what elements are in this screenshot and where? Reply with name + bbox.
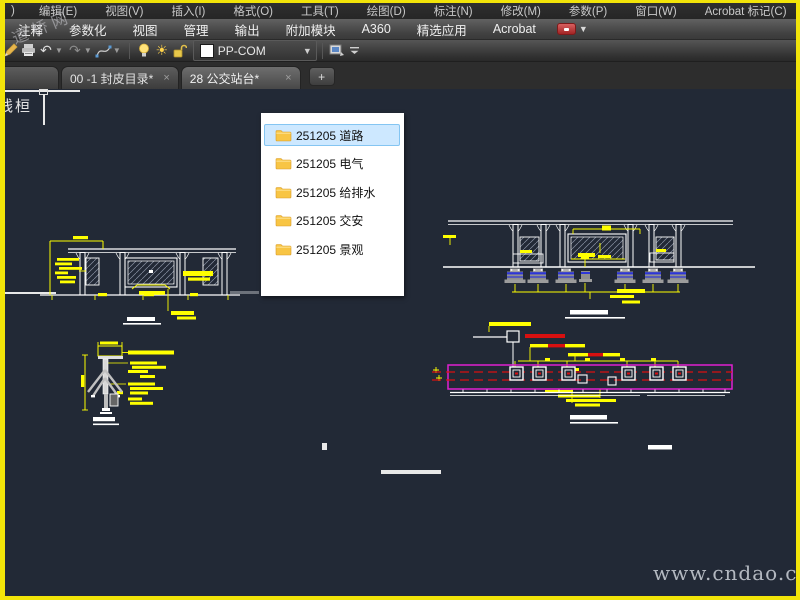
- red-pill-icon: [556, 23, 576, 35]
- toolbar-separator: [321, 42, 323, 59]
- ribbon-tab-featured-apps[interactable]: 精选应用: [404, 20, 480, 39]
- cad-line: [43, 94, 45, 125]
- ribbon-red-dropdown-button[interactable]: ▼: [556, 23, 588, 35]
- redo-dropdown-icon[interactable]: ▼: [84, 46, 92, 55]
- folder-list-popup: 251205 道路 251205 电气 251205 给排水 251205 交安: [261, 113, 404, 296]
- quick-access-toolbar: ↶ ▼ ↷ ▼ ▼ ☀ PP-COM ▼: [5, 40, 796, 62]
- cad-platform-plan: [432, 310, 733, 450]
- watermark-site-url: www.cndao.com: [653, 561, 796, 585]
- ribbon-tab-output[interactable]: 输出: [222, 20, 273, 39]
- sun-icon[interactable]: ☀: [153, 42, 171, 60]
- autocad-window: ) 编辑(E) 视图(V) 插入(I) 格式(O) 工具(T) 绘图(D) 标注…: [5, 3, 796, 596]
- undo-icon[interactable]: ↶: [37, 42, 55, 60]
- menu-item-insert[interactable]: 插入(I): [158, 3, 220, 19]
- document-tab-label: 28 公交站台*: [189, 71, 260, 86]
- menu-item-clipped[interactable]: ): [5, 5, 25, 17]
- menu-item-format[interactable]: 格式(O): [219, 3, 287, 19]
- document-tab-bar: 00 -1 封皮目录* × 28 公交站台* × +: [5, 62, 796, 89]
- folder-icon: [275, 129, 292, 142]
- folder-item-landscape[interactable]: 251205 景观: [264, 238, 400, 260]
- folder-item-traffic-safety[interactable]: 251205 交安: [264, 210, 400, 232]
- folder-item-road[interactable]: 251205 道路: [264, 124, 400, 146]
- ribbon-tab-view[interactable]: 视图: [120, 20, 171, 39]
- folder-icon: [275, 186, 292, 199]
- ribbon-tab-addins[interactable]: 附加模块: [273, 20, 349, 39]
- new-tab-button[interactable]: +: [308, 67, 335, 86]
- document-tab-clipped[interactable]: [5, 66, 59, 89]
- layer-selector[interactable]: PP-COM ▼: [192, 40, 317, 61]
- close-icon[interactable]: ×: [285, 72, 291, 84]
- menu-item-modify[interactable]: 修改(M): [487, 3, 555, 19]
- folder-label: 251205 给排水: [296, 185, 376, 200]
- cad-clipped-text: 线桓: [5, 98, 33, 115]
- chevron-down-icon: ▼: [578, 24, 588, 34]
- close-icon[interactable]: ×: [163, 72, 169, 84]
- cad-left-shelter-elevation: [40, 236, 240, 325]
- folder-label: 251205 景观: [296, 242, 364, 257]
- menu-item-tools[interactable]: 工具(T): [287, 3, 353, 19]
- document-tab-label: 00 -1 封皮目录*: [70, 71, 154, 86]
- redo-icon[interactable]: ↷: [66, 42, 84, 60]
- menu-item-view[interactable]: 视图(V): [91, 3, 157, 19]
- layer-selector-value: PP-COM: [217, 43, 266, 58]
- menu-item-acrobat-markup[interactable]: Acrobat 标记(C): [691, 3, 796, 19]
- folder-icon: [275, 157, 292, 170]
- ribbon-tab-bar: 注释 参数化 视图 管理 输出 附加模块 A360 精选应用 Acrobat ▼: [5, 19, 796, 40]
- ribbon-tab-manage[interactable]: 管理: [171, 20, 222, 39]
- cad-title-bar: [381, 470, 441, 474]
- cad-pole-detail: [81, 341, 174, 426]
- menu-bar: ) 编辑(E) 视图(V) 插入(I) 格式(O) 工具(T) 绘图(D) 标注…: [5, 3, 796, 19]
- layer-color-swatch[interactable]: [199, 43, 214, 58]
- folder-label: 251205 交安: [296, 214, 364, 228]
- folder-icon: [275, 243, 292, 256]
- drawing-canvas[interactable]: 线桓 251205 道路 251205 电气 251205 给排水 251205…: [5, 89, 796, 596]
- toolbar-separator: [128, 42, 130, 59]
- folder-label: 251205 道路: [296, 128, 364, 143]
- menu-item-draw[interactable]: 绘图(D): [353, 3, 420, 19]
- unlock-icon[interactable]: [171, 42, 189, 60]
- ribbon-tab-acrobat[interactable]: Acrobat: [480, 22, 549, 36]
- ribbon-tab-a360[interactable]: A360: [349, 22, 404, 36]
- menu-item-parametric[interactable]: 参数(P): [555, 3, 621, 19]
- menu-item-dimension[interactable]: 标注(N): [420, 3, 487, 19]
- undo-dropdown-icon[interactable]: ▼: [55, 46, 63, 55]
- spline-dropdown-icon[interactable]: ▼: [113, 46, 121, 55]
- menu-item-window[interactable]: 窗口(W): [621, 3, 691, 19]
- document-tab-bus-station[interactable]: 28 公交站台* ×: [180, 66, 301, 89]
- toolbar-overflow-chevron-icon[interactable]: [346, 42, 364, 60]
- cad-right-shelter-elevation: [443, 220, 755, 304]
- match-properties-icon[interactable]: [328, 42, 346, 60]
- folder-label: 251205 电气: [296, 157, 364, 171]
- layer-dropdown-icon[interactable]: ▼: [303, 46, 314, 56]
- lightbulb-icon[interactable]: [135, 42, 153, 60]
- folder-item-electrical[interactable]: 251205 电气: [264, 153, 400, 175]
- folder-item-drainage[interactable]: 251205 给排水: [264, 181, 400, 203]
- folder-icon: [275, 214, 292, 227]
- screenshot-yellow-border: ) 编辑(E) 视图(V) 插入(I) 格式(O) 工具(T) 绘图(D) 标注…: [0, 0, 800, 600]
- cad-text-mark: [322, 443, 327, 450]
- document-tab-cover[interactable]: 00 -1 封皮目录* ×: [61, 66, 179, 89]
- spline-tool-icon[interactable]: [95, 42, 113, 60]
